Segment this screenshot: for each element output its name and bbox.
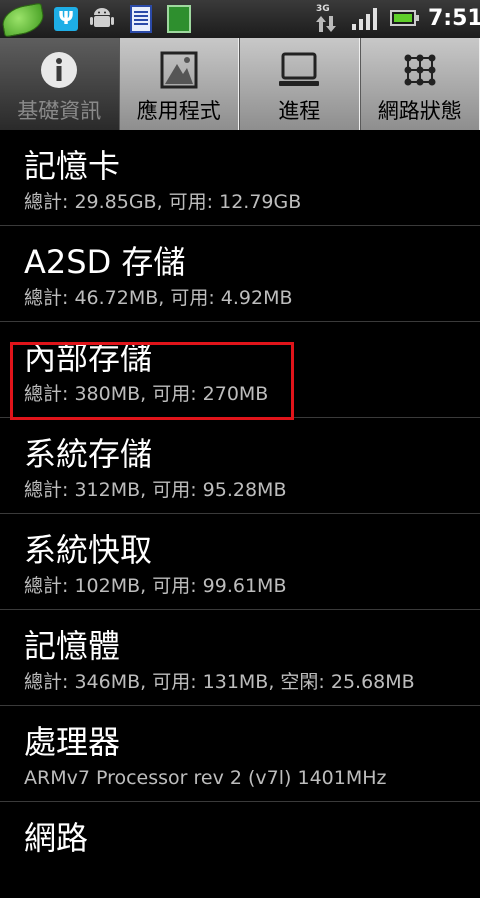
item-title: 網路	[24, 818, 88, 858]
highlight-box	[10, 342, 294, 420]
item-subtitle: 總計: 29.85GB, 可用: 12.79GB	[24, 190, 301, 214]
tab-basic-info[interactable]: 基礎資訊	[0, 38, 119, 130]
apps-icon	[157, 50, 201, 90]
list-item-system-cache[interactable]: 系統快取 總計: 102MB, 可用: 99.61MB	[0, 514, 480, 610]
item-title: A2SD 存儲	[24, 242, 185, 282]
android-debug-icon	[90, 8, 114, 30]
item-title: 記憶卡	[24, 146, 120, 186]
tab-label: 應用程式	[120, 98, 239, 124]
item-title: 系統快取	[24, 530, 152, 570]
list-item-a2sd[interactable]: A2SD 存儲 總計: 46.72MB, 可用: 4.92MB	[0, 226, 480, 322]
monitor-icon	[277, 50, 321, 90]
list-item-memory[interactable]: 記憶體 總計: 346MB, 可用: 131MB, 空閑: 25.68MB	[0, 610, 480, 706]
battery-icon	[390, 10, 416, 26]
tab-label: 網路狀態	[361, 98, 480, 124]
tab-label: 基礎資訊	[0, 98, 119, 124]
item-title: 處理器	[24, 722, 120, 762]
usb-icon: Ψ	[54, 7, 78, 31]
tab-bar: 基礎資訊 應用程式 進程 網路狀態	[0, 38, 480, 130]
status-clock: 7:51	[428, 6, 480, 31]
info-icon	[37, 50, 81, 90]
tab-apps[interactable]: 應用程式	[119, 38, 240, 130]
list-item-processor[interactable]: 處理器 ARMv7 Processor rev 2 (v7l) 1401MHz	[0, 706, 480, 802]
tab-label: 進程	[240, 98, 359, 124]
leaf-app-icon	[0, 3, 46, 38]
sdcard-icon	[167, 5, 191, 33]
network-type-label: 3G	[316, 4, 330, 14]
item-subtitle: 總計: 312MB, 可用: 95.28MB	[24, 478, 286, 502]
notes-icon	[130, 5, 152, 33]
item-title: 記憶體	[24, 626, 120, 666]
data-arrows-icon	[316, 16, 336, 32]
list-item-sdcard[interactable]: 記憶卡 總計: 29.85GB, 可用: 12.79GB	[0, 130, 480, 226]
tab-processes[interactable]: 進程	[239, 38, 360, 130]
item-subtitle: 總計: 46.72MB, 可用: 4.92MB	[24, 286, 293, 310]
item-subtitle: 總計: 346MB, 可用: 131MB, 空閑: 25.68MB	[24, 670, 415, 694]
status-bar: Ψ 3G 7:51	[0, 0, 480, 38]
list-item-network[interactable]: 網路	[0, 802, 480, 898]
info-list: 記憶卡 總計: 29.85GB, 可用: 12.79GB A2SD 存儲 總計:…	[0, 130, 480, 898]
item-subtitle: 總計: 102MB, 可用: 99.61MB	[24, 574, 286, 598]
tab-network-status[interactable]: 網路狀態	[360, 38, 480, 130]
signal-icon	[352, 8, 378, 30]
item-subtitle: ARMv7 Processor rev 2 (v7l) 1401MHz	[24, 766, 387, 790]
list-item-system-storage[interactable]: 系統存儲 總計: 312MB, 可用: 95.28MB	[0, 418, 480, 514]
network-grid-icon	[398, 50, 442, 90]
item-title: 系統存儲	[24, 434, 152, 474]
